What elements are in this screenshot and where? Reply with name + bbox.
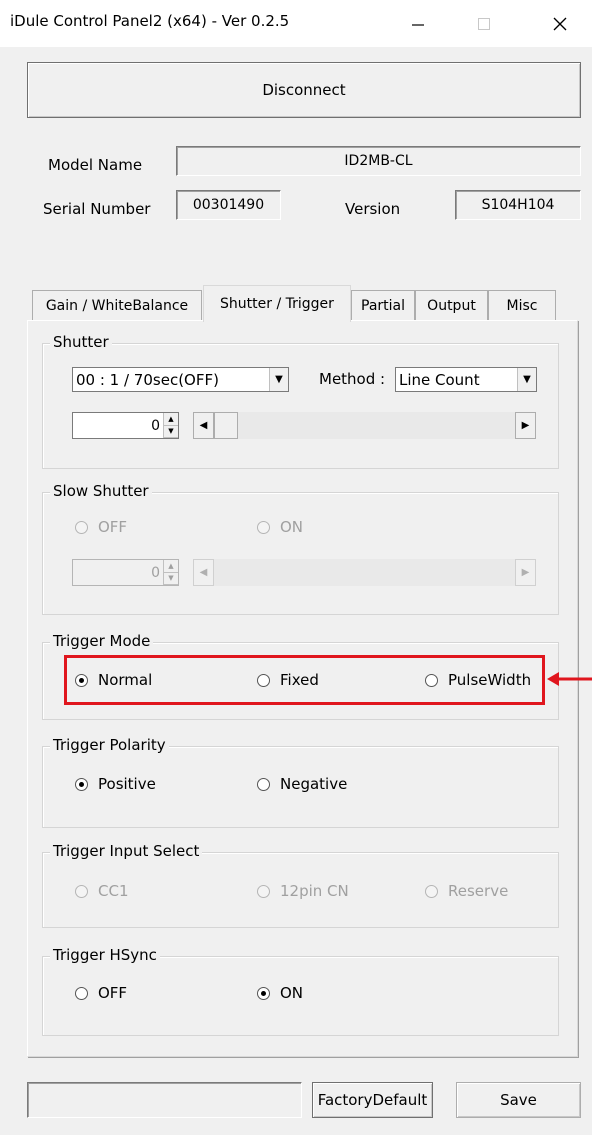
radio-checked-icon [75,673,88,687]
spin-arrows[interactable]: ▲ ▼ [163,560,178,585]
radio-icon [257,673,270,687]
spin-up-icon[interactable]: ▲ [164,413,178,426]
window-title: iDule Control Panel2 (x64) - Ver 0.2.5 [10,12,290,30]
trigger-hsync-off-label: OFF [98,984,128,1002]
trigger-input-reserve-radio[interactable]: Reserve [425,882,508,900]
slow-shutter-off-radio[interactable]: OFF [75,518,127,536]
scroll-left-icon[interactable]: ◀ [193,559,214,586]
trigger-hsync-on-label: ON [280,984,304,1002]
slow-shutter-spin[interactable]: 0 ▲ ▼ [72,559,179,586]
slow-shutter-group [42,492,559,615]
spin-down-icon[interactable]: ▼ [164,572,178,585]
trigger-polarity-positive-radio[interactable]: Positive [75,775,156,793]
trigger-mode-normal-label: Normal [98,671,153,689]
radio-icon [257,884,270,898]
trigger-input-12pin-label: 12pin CN [280,882,349,900]
radio-icon [75,884,88,898]
trigger-polarity-negative-radio[interactable]: Negative [257,775,347,793]
trigger-hsync-off-radio[interactable]: OFF [75,984,127,1002]
slow-shutter-off-label: OFF [98,518,128,536]
trigger-input-12pin-radio[interactable]: 12pin CN [257,882,349,900]
scroll-thumb[interactable] [214,412,238,439]
shutter-group-title: Shutter [50,333,112,351]
shutter-group [42,343,559,469]
radio-icon [257,520,270,534]
method-value-text: Line Count [399,370,480,389]
trigger-mode-fixed-radio[interactable]: Fixed [257,671,319,689]
model-name-label: Model Name [48,156,143,174]
tab-shutter-trigger[interactable]: Shutter / Trigger [203,285,351,322]
trigger-mode-group-title: Trigger Mode [50,632,154,650]
trigger-input-cc1-label: CC1 [98,882,129,900]
status-field [27,1082,302,1118]
version-label: Version [345,200,401,218]
save-button[interactable]: Save [456,1082,581,1118]
minimize-button[interactable] [395,0,441,47]
radio-icon [425,884,438,898]
shutter-spin-value[interactable]: 0 [73,418,163,434]
maximize-button[interactable] [461,0,507,47]
spin-arrows[interactable]: ▲ ▼ [163,413,178,438]
trigger-mode-fixed-label: Fixed [280,671,319,689]
trigger-polarity-group-title: Trigger Polarity [50,736,169,754]
trigger-mode-pulsewidth-label: PulseWidth [448,671,532,689]
trigger-hsync-on-radio[interactable]: ON [257,984,303,1002]
close-icon [553,17,567,30]
chevron-down-icon[interactable]: ▼ [517,368,536,391]
tab-gain-whitebalance[interactable]: Gain / WhiteBalance [32,290,202,320]
spin-up-icon[interactable]: ▲ [164,560,178,573]
scroll-track[interactable] [238,412,515,439]
radio-checked-icon [75,777,88,791]
arrow-left-icon [547,672,592,686]
version-field: S104H104 [455,190,581,220]
maximize-icon [478,17,490,30]
shutter-spin[interactable]: 0 ▲ ▼ [72,412,179,439]
disconnect-button[interactable]: Disconnect [27,62,581,118]
tab-misc[interactable]: Misc [488,290,556,320]
trigger-polarity-positive-label: Positive [98,775,156,793]
method-label: Method : [319,370,386,388]
chevron-down-icon[interactable]: ▼ [269,368,288,391]
radio-icon [425,673,438,687]
method-select[interactable]: Line Count ▼ [395,367,537,392]
trigger-mode-pulsewidth-radio[interactable]: PulseWidth [425,671,531,689]
shutter-value-select[interactable]: 00 : 1 / 70sec(OFF) ▼ [72,367,289,392]
serial-number-field: 00301490 [176,190,281,220]
tab-output[interactable]: Output [415,290,488,320]
slow-shutter-on-radio[interactable]: ON [257,518,303,536]
slow-shutter-slider[interactable]: ◀ ▶ [193,559,536,586]
trigger-polarity-negative-label: Negative [280,775,348,793]
scroll-right-icon[interactable]: ▶ [515,412,536,439]
model-name-field: ID2MB-CL [176,146,581,176]
trigger-hsync-group-title: Trigger HSync [50,946,160,964]
title-bar: iDule Control Panel2 (x64) - Ver 0.2.5 [0,0,592,47]
spin-down-icon[interactable]: ▼ [164,425,178,438]
shutter-slider[interactable]: ◀ ▶ [193,412,536,439]
slow-shutter-spin-value[interactable]: 0 [73,565,163,581]
minimize-icon [412,23,424,26]
slow-shutter-on-label: ON [280,518,304,536]
trigger-input-reserve-label: Reserve [448,882,509,900]
slow-shutter-group-title: Slow Shutter [50,482,152,500]
radio-icon [75,986,88,1000]
scroll-left-icon[interactable]: ◀ [193,412,214,439]
trigger-input-group-title: Trigger Input Select [50,842,203,860]
trigger-input-cc1-radio[interactable]: CC1 [75,882,129,900]
scroll-right-icon[interactable]: ▶ [515,559,536,586]
serial-number-label: Serial Number [43,200,151,218]
radio-icon [257,777,270,791]
scroll-track[interactable] [214,559,515,586]
trigger-mode-normal-radio[interactable]: Normal [75,671,152,689]
radio-checked-icon [257,986,270,1000]
radio-icon [75,520,88,534]
shutter-value-text: 00 : 1 / 70sec(OFF) [76,370,219,389]
close-button[interactable] [537,0,583,47]
factory-default-button[interactable]: FactoryDefault [312,1082,433,1118]
tab-partial[interactable]: Partial [351,290,415,320]
